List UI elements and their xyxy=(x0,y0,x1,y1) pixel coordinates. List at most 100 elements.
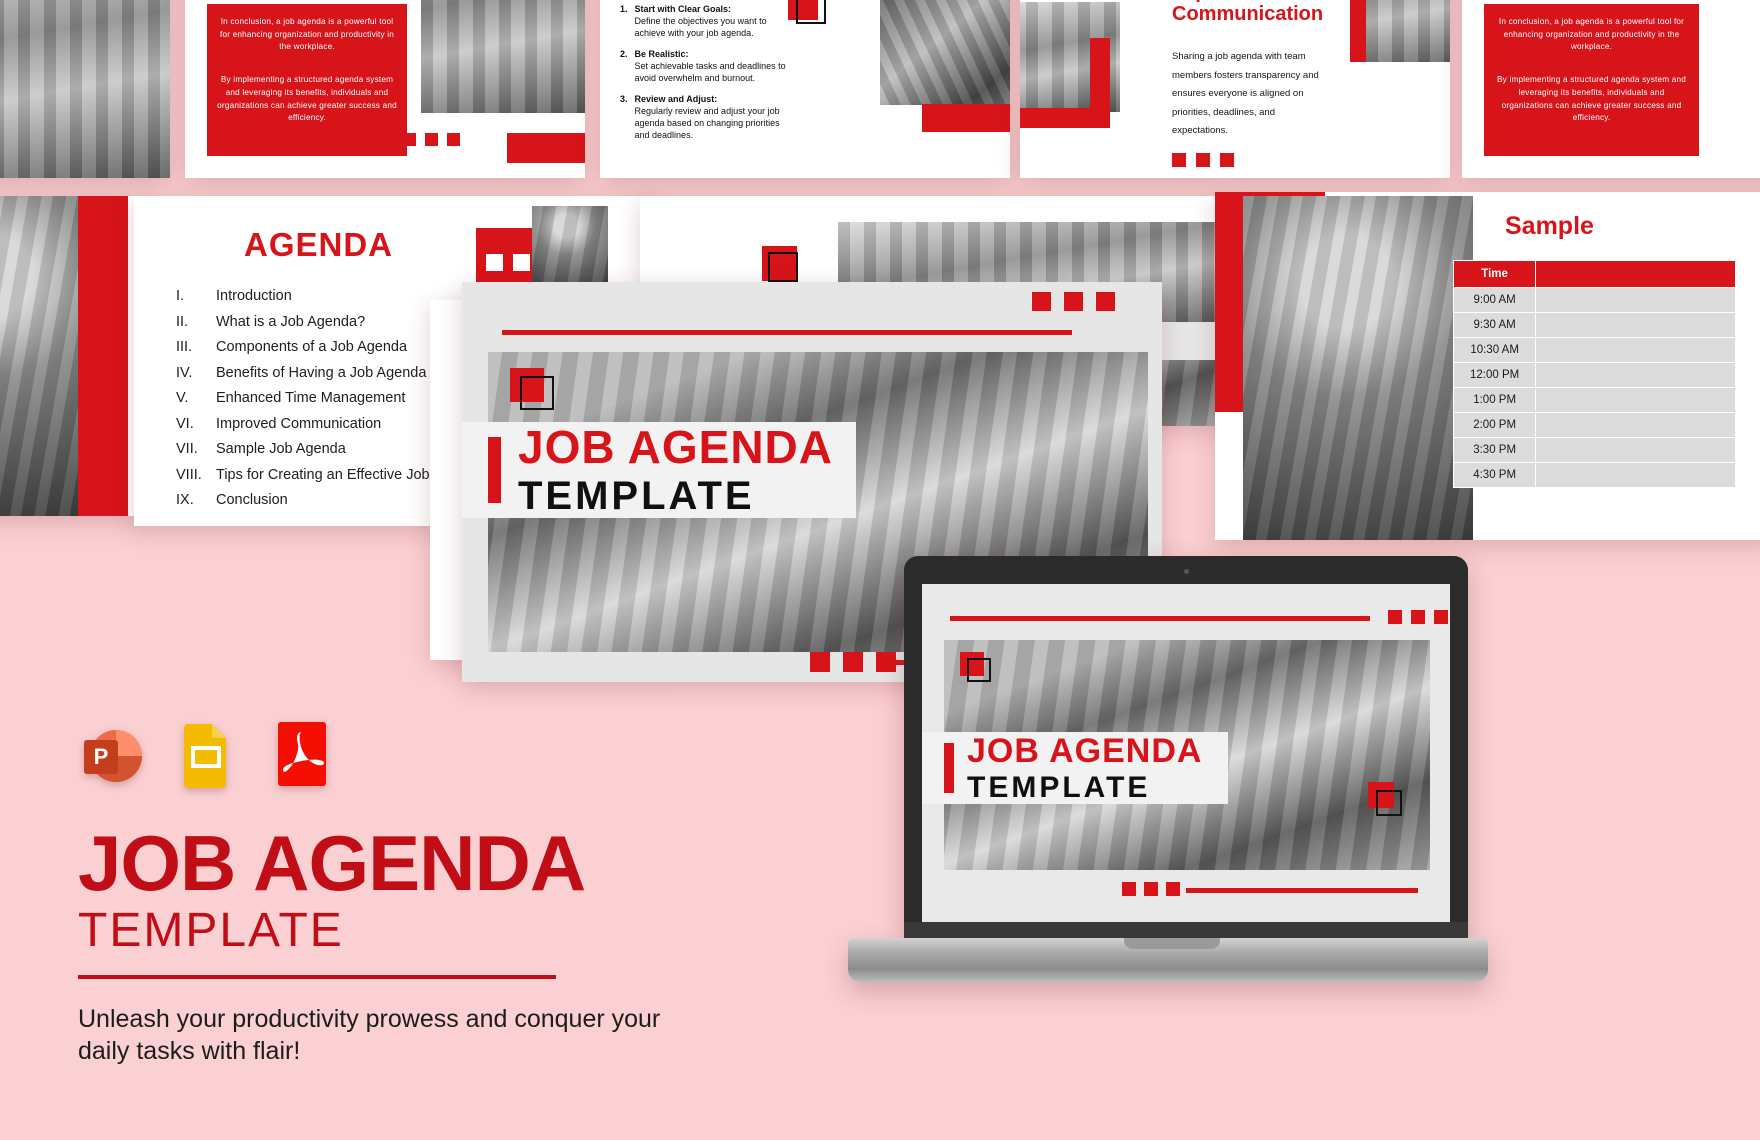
conclusion-red-panel-right: In conclusion, a job agenda is a powerfu… xyxy=(1484,4,1699,156)
laptop-mockup: JOB AGENDA TEMPLATE xyxy=(848,556,1488,986)
agenda-item-number: I. xyxy=(176,288,185,304)
agenda-item-label: What is a Job Agenda? xyxy=(216,313,366,330)
laptop-screen[interactable]: JOB AGENDA TEMPLATE xyxy=(922,584,1450,922)
agenda-item-label: Introduction xyxy=(216,288,292,304)
screen-dots-bottom xyxy=(1122,882,1180,896)
agenda-item-label: Components of a Job Agenda xyxy=(216,339,408,355)
slide-sample-agenda[interactable]: Sample Time 9:00 AM 9:30 AM 10:30 AM 12:… xyxy=(1215,192,1760,540)
slide-conclusion[interactable]: In conclusion, a job agenda is a powerfu… xyxy=(185,0,585,178)
communication-title: Improved Communication xyxy=(1172,0,1352,25)
branding-block: P JOB AGENDA TEMPLATE Unleash your produ… xyxy=(78,718,778,1068)
tips-list: 1. Start with Clear Goals: Define the ob… xyxy=(620,4,790,151)
screen-dots xyxy=(1388,610,1448,624)
tip-title: Start with Clear Goals: xyxy=(634,4,732,14)
conclusion-paragraph-1: In conclusion, a job agenda is a powerfu… xyxy=(220,17,394,52)
table-cell: 9:30 AM xyxy=(1452,312,1537,338)
format-icons-row: P xyxy=(78,718,778,790)
google-slides-icon xyxy=(174,718,238,790)
slide-conclusion-right[interactable]: In conclusion, a job agenda is a powerfu… xyxy=(1462,0,1760,178)
table-row: 4:30 PM xyxy=(1452,462,1737,488)
agenda-item-number: III. xyxy=(176,339,193,355)
slide-photo xyxy=(0,196,80,516)
agenda-item-number: II. xyxy=(176,313,189,330)
slide-dots xyxy=(1032,292,1115,311)
tip-body: Start with Clear Goals: Define the objec… xyxy=(635,4,790,40)
decor-square-outline xyxy=(520,376,554,410)
page-title: JOB AGENDA xyxy=(78,819,586,907)
table-cell xyxy=(1535,437,1737,463)
hero-title-band: JOB AGENDA TEMPLATE xyxy=(462,422,856,518)
table-column-header: Time xyxy=(1452,260,1537,288)
list-item: 3. Review and Adjust: Regularly review a… xyxy=(620,94,790,142)
sample-title: Sample xyxy=(1505,212,1594,240)
conclusion-paragraph-2: By implementing a structured agenda syst… xyxy=(217,75,397,123)
hero-title-line-2: TEMPLATE xyxy=(518,474,755,518)
decor-square-outline xyxy=(1376,790,1402,816)
agenda-item-number: IX. xyxy=(176,492,194,508)
table-row: 2:00 PM xyxy=(1452,412,1737,438)
table-cell: 3:30 PM xyxy=(1452,437,1537,463)
table-cell xyxy=(1535,362,1737,388)
agenda-item-label: Conclusion xyxy=(216,492,288,508)
table-column-header xyxy=(1535,260,1737,288)
slide-photo xyxy=(0,0,170,178)
laptop-title-line-2: TEMPLATE xyxy=(967,770,1151,804)
tip-number: 1. xyxy=(620,4,628,14)
table-cell xyxy=(1535,312,1737,338)
table-cell xyxy=(1535,462,1737,488)
conclusion-paragraph-1: In conclusion, a job agenda is a powerfu… xyxy=(1498,17,1685,52)
table-cell xyxy=(1535,387,1737,413)
slide-photo xyxy=(1243,196,1473,540)
table-row: 1:00 PM xyxy=(1452,387,1737,413)
slide-photo xyxy=(532,206,608,286)
hero-title-line-1: JOB AGENDA xyxy=(518,421,833,473)
slide-photo xyxy=(421,0,585,113)
table-cell xyxy=(1535,337,1737,363)
tip-title: Review and Adjust: xyxy=(634,93,718,104)
decor-red-line-bottom xyxy=(1186,888,1418,893)
tip-number: 2. xyxy=(620,48,628,59)
agenda-item-number: VIII. xyxy=(176,466,202,483)
agenda-item-number: VI. xyxy=(176,415,194,432)
powerpoint-icon: P xyxy=(78,718,142,790)
table-row: 10:30 AM xyxy=(1452,337,1737,363)
decor-red-line xyxy=(502,330,1072,335)
decor-square-outline xyxy=(768,252,798,282)
agenda-title: AGENDA xyxy=(244,226,394,263)
tagline: Unleash your productivity prowess and co… xyxy=(78,1004,661,1066)
conclusion-red-panel: In conclusion, a job agenda is a powerfu… xyxy=(207,4,407,156)
table-row: 9:00 AM xyxy=(1452,287,1737,313)
slide-team-photo[interactable] xyxy=(0,0,170,178)
poster-canvas: In conclusion, a job agenda is a powerfu… xyxy=(0,0,1760,1140)
laptop-title-line-1: JOB AGENDA xyxy=(967,731,1203,770)
decor-red-bar xyxy=(78,196,128,516)
slide-dots xyxy=(403,133,460,146)
sample-agenda-table: Time 9:00 AM 9:30 AM 10:30 AM 12:00 PM 1… xyxy=(1452,260,1737,488)
agenda-item-number: IV. xyxy=(176,364,193,381)
laptop-title-band: JOB AGENDA TEMPLATE xyxy=(922,732,1228,804)
decor-square-outline xyxy=(796,0,826,24)
tip-text: Define the objectives you want to achiev… xyxy=(634,15,767,38)
table-cell: 9:00 AM xyxy=(1452,287,1537,313)
slide-photo xyxy=(880,0,1010,105)
slide-improved-communication[interactable]: Improved Communication Sharing a job age… xyxy=(1020,0,1450,178)
decor-square-outline xyxy=(967,658,991,682)
slide-time-management[interactable] xyxy=(0,196,140,516)
slide-tips[interactable]: 1. Start with Clear Goals: Define the ob… xyxy=(600,0,1010,178)
laptop-accent-tick xyxy=(944,743,954,793)
table-cell: 10:30 AM xyxy=(1452,337,1537,363)
agenda-item-number: V. xyxy=(176,390,189,406)
table-row: 3:30 PM xyxy=(1452,437,1737,463)
pdf-icon xyxy=(270,718,334,790)
svg-text:P: P xyxy=(94,744,109,769)
table-cell xyxy=(1535,287,1737,313)
laptop-title-text: JOB AGENDA TEMPLATE xyxy=(967,734,1202,803)
divider xyxy=(78,974,556,979)
list-item: 1. Start with Clear Goals: Define the ob… xyxy=(620,4,790,40)
table-row: 9:30 AM xyxy=(1452,312,1737,338)
table-cell: 1:00 PM xyxy=(1452,387,1537,413)
laptop-trackpad-notch xyxy=(1124,938,1220,949)
decor-red-block xyxy=(1020,108,1110,128)
tip-body: Review and Adjust: Regularly review and … xyxy=(635,94,790,142)
tip-number: 3. xyxy=(620,93,628,104)
